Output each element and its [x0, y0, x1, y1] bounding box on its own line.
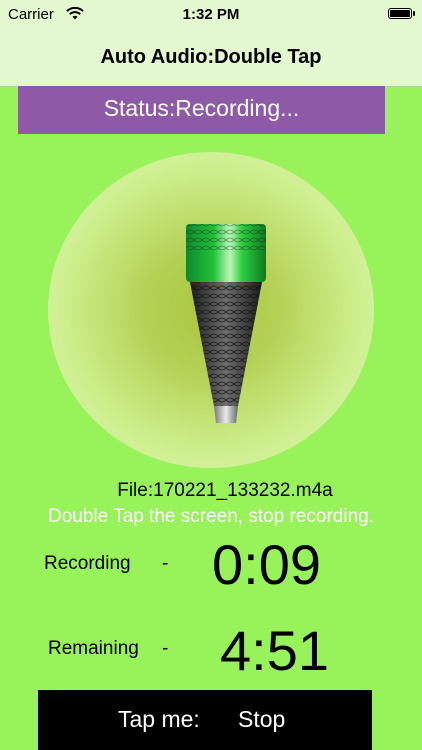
stop-button[interactable]: Tap me: Stop: [38, 690, 372, 750]
instruction-text: Double Tap the screen, stop recording.: [47, 506, 374, 527]
battery-icon: [388, 8, 415, 19]
stop-button-label: Stop: [238, 706, 286, 732]
recording-time: 0:09: [212, 533, 321, 596]
remaining-label: Remaining: [48, 638, 139, 659]
stop-button-prefix: Tap me:: [118, 706, 200, 732]
remaining-time: 4:51: [220, 619, 329, 682]
status-bar: Carrier 1:32 PM: [0, 0, 422, 30]
recording-dash: -: [162, 553, 169, 574]
navigation-bar: Auto Audio:Double Tap: [0, 30, 422, 87]
status-banner: Status:Recording...: [18, 86, 385, 134]
file-name: File:170221_133232.m4a: [117, 480, 333, 501]
recording-label: Recording: [44, 553, 131, 574]
clock: 1:32 PM: [182, 6, 240, 23]
remaining-dash: -: [162, 638, 169, 659]
page-title: Auto Audio:Double Tap: [100, 46, 322, 68]
microphone-icon[interactable]: [186, 220, 266, 425]
